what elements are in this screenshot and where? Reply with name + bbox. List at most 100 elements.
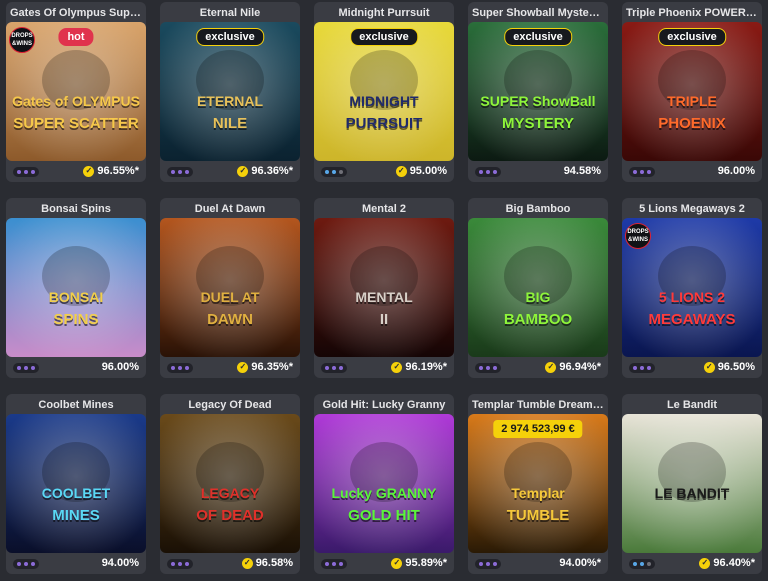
volatility-indicator xyxy=(13,363,39,373)
game-logo-text: Gates of OLYMPUS xyxy=(12,93,140,109)
game-card[interactable]: Duel At Dawn DUEL AT DAWN ✓ 96.35%* xyxy=(160,198,300,378)
game-title: Coolbet Mines xyxy=(38,399,114,411)
game-logo-subtext: PHOENIX xyxy=(658,115,726,132)
game-card[interactable]: Super Showball Mystery ... SUPER ShowBal… xyxy=(468,2,608,182)
drops-and-wins-badge: DROPS &WINS xyxy=(9,27,35,53)
game-thumbnail[interactable]: MENTAL II xyxy=(314,218,454,357)
game-card[interactable]: Gates Of Olympus Super ... Gates of OLYM… xyxy=(6,2,146,182)
rtp-value: ✓ 96.55%* xyxy=(83,165,139,177)
game-grid: Gates Of Olympus Super ... Gates of OLYM… xyxy=(6,2,762,574)
rtp-value: 96.00% xyxy=(718,165,755,177)
volatility-indicator xyxy=(629,559,655,569)
game-card-footer: ✓ 95.89%* xyxy=(314,553,454,574)
game-thumbnail[interactable]: BIG BAMBOO xyxy=(468,218,608,357)
volatility-indicator xyxy=(167,167,193,177)
volatility-indicator xyxy=(321,363,347,373)
rtp-value: ✓ 96.58% xyxy=(241,557,293,569)
verified-check-icon: ✓ xyxy=(699,557,711,569)
game-logo-subtext: DAWN xyxy=(207,311,253,328)
game-card[interactable]: Templar Tumble Dream D... Templar TUMBLE… xyxy=(468,394,608,574)
game-title: Templar Tumble Dream D... xyxy=(472,399,608,411)
rtp-value: 94.58% xyxy=(564,165,601,177)
game-logo-text: MIDNIGHT xyxy=(349,93,419,109)
game-thumbnail[interactable]: MIDNIGHT PURRSUIT exclusive xyxy=(314,22,454,161)
game-title: 5 Lions Megaways 2 xyxy=(639,203,745,215)
game-logo-text: 5 LIONS 2 xyxy=(658,289,726,305)
game-thumbnail[interactable]: COOLBET MINES xyxy=(6,414,146,553)
verified-check-icon: ✓ xyxy=(237,361,249,373)
game-logo-subtext: NILE xyxy=(212,115,248,132)
game-thumbnail[interactable]: DUEL AT DAWN xyxy=(160,218,300,357)
game-thumbnail[interactable]: TRIPLE PHOENIX exclusive xyxy=(622,22,762,161)
rtp-text: 96.00% xyxy=(101,361,139,373)
game-logo-text: Lucky GRANNY xyxy=(331,485,437,501)
rtp-value: ✓ 96.50% xyxy=(703,361,755,373)
rtp-text: 96.19%* xyxy=(405,361,447,373)
game-title: Eternal Nile xyxy=(199,7,261,19)
game-title: Gold Hit: Lucky Granny xyxy=(322,399,446,411)
game-logo-subtext: GOLD HIT xyxy=(348,507,420,524)
rtp-value: ✓ 96.94%* xyxy=(545,361,601,373)
game-card[interactable]: Le Bandit LE BANDIT ✓ 96.40%* xyxy=(622,394,762,574)
game-card[interactable]: Coolbet Mines COOLBET MINES 94.00% xyxy=(6,394,146,574)
game-logo-subtext: PURRSUIT xyxy=(345,115,423,132)
verified-check-icon: ✓ xyxy=(241,557,253,569)
game-card-footer: 94.58% xyxy=(468,161,608,182)
game-card-footer: 94.00%* xyxy=(468,553,608,574)
game-card-footer: ✓ 95.00% xyxy=(314,161,454,182)
game-thumbnail[interactable]: BONSAI SPINS xyxy=(6,218,146,357)
rtp-text: 96.36%* xyxy=(251,165,293,177)
game-card-footer: 96.00% xyxy=(6,357,146,378)
game-card[interactable]: Big Bamboo BIG BAMBOO ✓ 96.94%* xyxy=(468,198,608,378)
game-thumbnail[interactable]: Lucky GRANNY GOLD HIT xyxy=(314,414,454,553)
game-card[interactable]: Gold Hit: Lucky Granny Lucky GRANNY GOLD… xyxy=(314,394,454,574)
game-logo-text: SUPER ShowBall xyxy=(480,93,596,109)
rtp-value: 94.00%* xyxy=(559,557,601,569)
game-card[interactable]: Triple Phoenix POWER C... TRIPLE PHOENIX… xyxy=(622,2,762,182)
volatility-indicator xyxy=(321,167,347,177)
game-thumbnail[interactable]: LE BANDIT xyxy=(622,414,762,553)
game-card[interactable]: Bonsai Spins BONSAI SPINS 96.00% xyxy=(6,198,146,378)
game-card[interactable]: Eternal Nile ETERNAL NILE exclusive ✓ 96… xyxy=(160,2,300,182)
rtp-value: ✓ 96.19%* xyxy=(391,361,447,373)
volatility-indicator xyxy=(629,363,655,373)
volatility-indicator xyxy=(475,363,501,373)
game-logo-subtext: BAMBOO xyxy=(503,311,573,328)
game-logo-text: DUEL AT xyxy=(200,289,260,305)
game-thumbnail[interactable]: SUPER ShowBall MYSTERY exclusive xyxy=(468,22,608,161)
game-card[interactable]: Mental 2 MENTAL II ✓ 96.19%* xyxy=(314,198,454,378)
game-title: Big Bamboo xyxy=(505,203,571,215)
rtp-value: 94.00% xyxy=(102,557,139,569)
game-thumbnail[interactable]: LEGACY OF DEAD xyxy=(160,414,300,553)
volatility-indicator xyxy=(13,559,39,569)
game-title: Triple Phoenix POWER C... xyxy=(626,7,762,19)
rtp-text: 94.58% xyxy=(563,165,601,177)
verified-check-icon: ✓ xyxy=(395,165,407,177)
game-thumbnail[interactable]: 5 LIONS 2 MEGAWAYS DROPS &WINS xyxy=(622,218,762,357)
game-card-footer: ✓ 96.94%* xyxy=(468,357,608,378)
game-logo-subtext: II xyxy=(379,311,389,328)
game-logo-subtext: MINES xyxy=(52,507,100,524)
game-logo-text: LE BANDIT xyxy=(654,485,730,501)
rtp-text: 96.94%* xyxy=(559,361,601,373)
game-logo-text: BIG xyxy=(525,289,551,305)
game-thumbnail[interactable]: ETERNAL NILE exclusive xyxy=(160,22,300,161)
game-logo-subtext: TUMBLE xyxy=(506,507,570,524)
game-title: Bonsai Spins xyxy=(41,203,111,215)
game-logo-subtext: MYSTERY xyxy=(502,115,574,132)
game-card[interactable]: Midnight Purrsuit MIDNIGHT PURRSUIT excl… xyxy=(314,2,454,182)
game-thumbnail[interactable]: Templar TUMBLE 2 974 523,99 € xyxy=(468,414,608,553)
game-title: Legacy Of Dead xyxy=(188,399,272,411)
rtp-text: 96.35%* xyxy=(251,361,293,373)
exclusive-badge: exclusive xyxy=(196,28,264,46)
jackpot-badge: 2 974 523,99 € xyxy=(493,420,583,438)
game-logo-text: TRIPLE xyxy=(667,93,717,109)
game-card[interactable]: 5 Lions Megaways 2 5 LIONS 2 MEGAWAYS DR… xyxy=(622,198,762,378)
game-title: Midnight Purrsuit xyxy=(338,7,430,19)
game-logo-text: LEGACY xyxy=(200,485,260,501)
game-thumbnail[interactable]: Gates of OLYMPUS SUPER SCATTER hot DROPS … xyxy=(6,22,146,161)
game-card-footer: 96.00% xyxy=(622,161,762,182)
game-card[interactable]: Legacy Of Dead LEGACY OF DEAD ✓ 96.58% xyxy=(160,394,300,574)
rtp-value: ✓ 96.40%* xyxy=(699,557,755,569)
volatility-indicator xyxy=(167,363,193,373)
